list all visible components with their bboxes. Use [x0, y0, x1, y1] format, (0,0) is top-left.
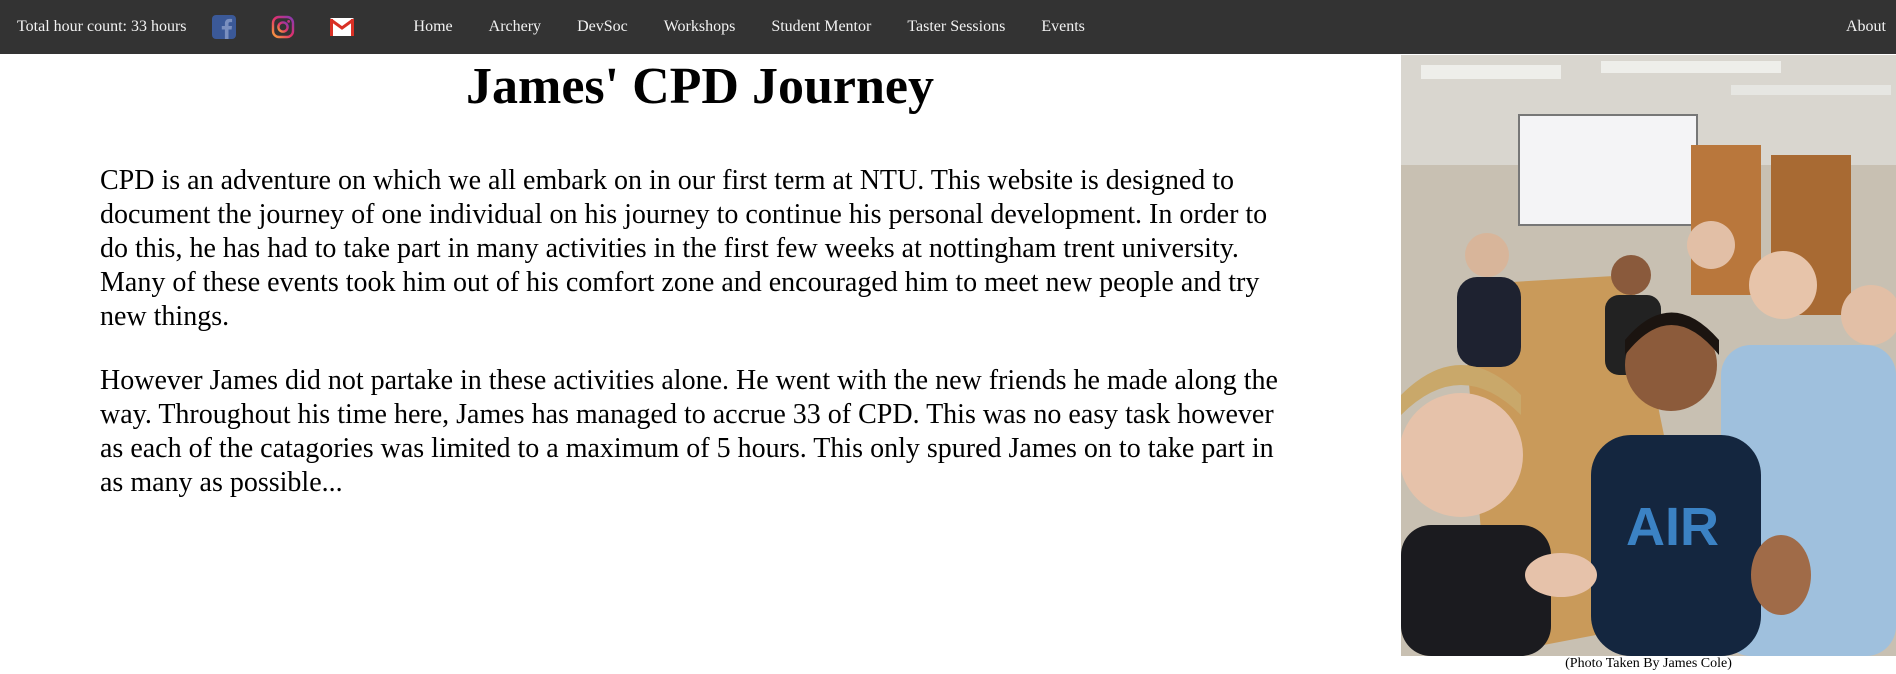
nav-link-workshops[interactable]: Workshops	[646, 18, 754, 36]
nav-link-events[interactable]: Events	[1023, 18, 1103, 36]
nav-links: Home Archery DevSoc Workshops Student Me…	[414, 18, 1103, 36]
facebook-icon	[211, 15, 236, 39]
intro-paragraph: CPD is an adventure on which we all emba…	[100, 165, 1268, 332]
instagram-link[interactable]	[270, 14, 296, 40]
hour-count: Total hour count: 33 hours	[17, 18, 187, 35]
nav-link-archery[interactable]: Archery	[471, 18, 559, 36]
group-selfie-photo: AIR	[1401, 55, 1896, 656]
top-navigation-bar: Total hour count: 33 hours Home Archery …	[0, 0, 1896, 54]
instagram-icon	[271, 15, 294, 39]
facebook-link[interactable]	[211, 14, 237, 40]
intro-content: CPD is an adventure on which we all emba…	[100, 164, 1300, 530]
nav-link-taster-sessions[interactable]: Taster Sessions	[889, 18, 1023, 36]
page-title: James' CPD Journey	[466, 58, 934, 115]
nav-link-home[interactable]: Home	[414, 18, 471, 36]
nav-link-about[interactable]: About	[1846, 0, 1886, 54]
group-selfie-illustration: AIR	[1401, 55, 1896, 656]
intro-paragraph: However James did not partake in these a…	[100, 365, 1278, 498]
social-links	[211, 14, 388, 40]
nav-link-student-mentor[interactable]: Student Mentor	[753, 18, 889, 36]
gmail-link[interactable]	[329, 14, 355, 40]
gmail-icon	[329, 18, 354, 36]
nav-link-devsoc[interactable]: DevSoc	[559, 18, 646, 36]
photo-caption: (Photo Taken By James Cole)	[1565, 656, 1732, 671]
svg-text:AIR: AIR	[1626, 497, 1719, 557]
